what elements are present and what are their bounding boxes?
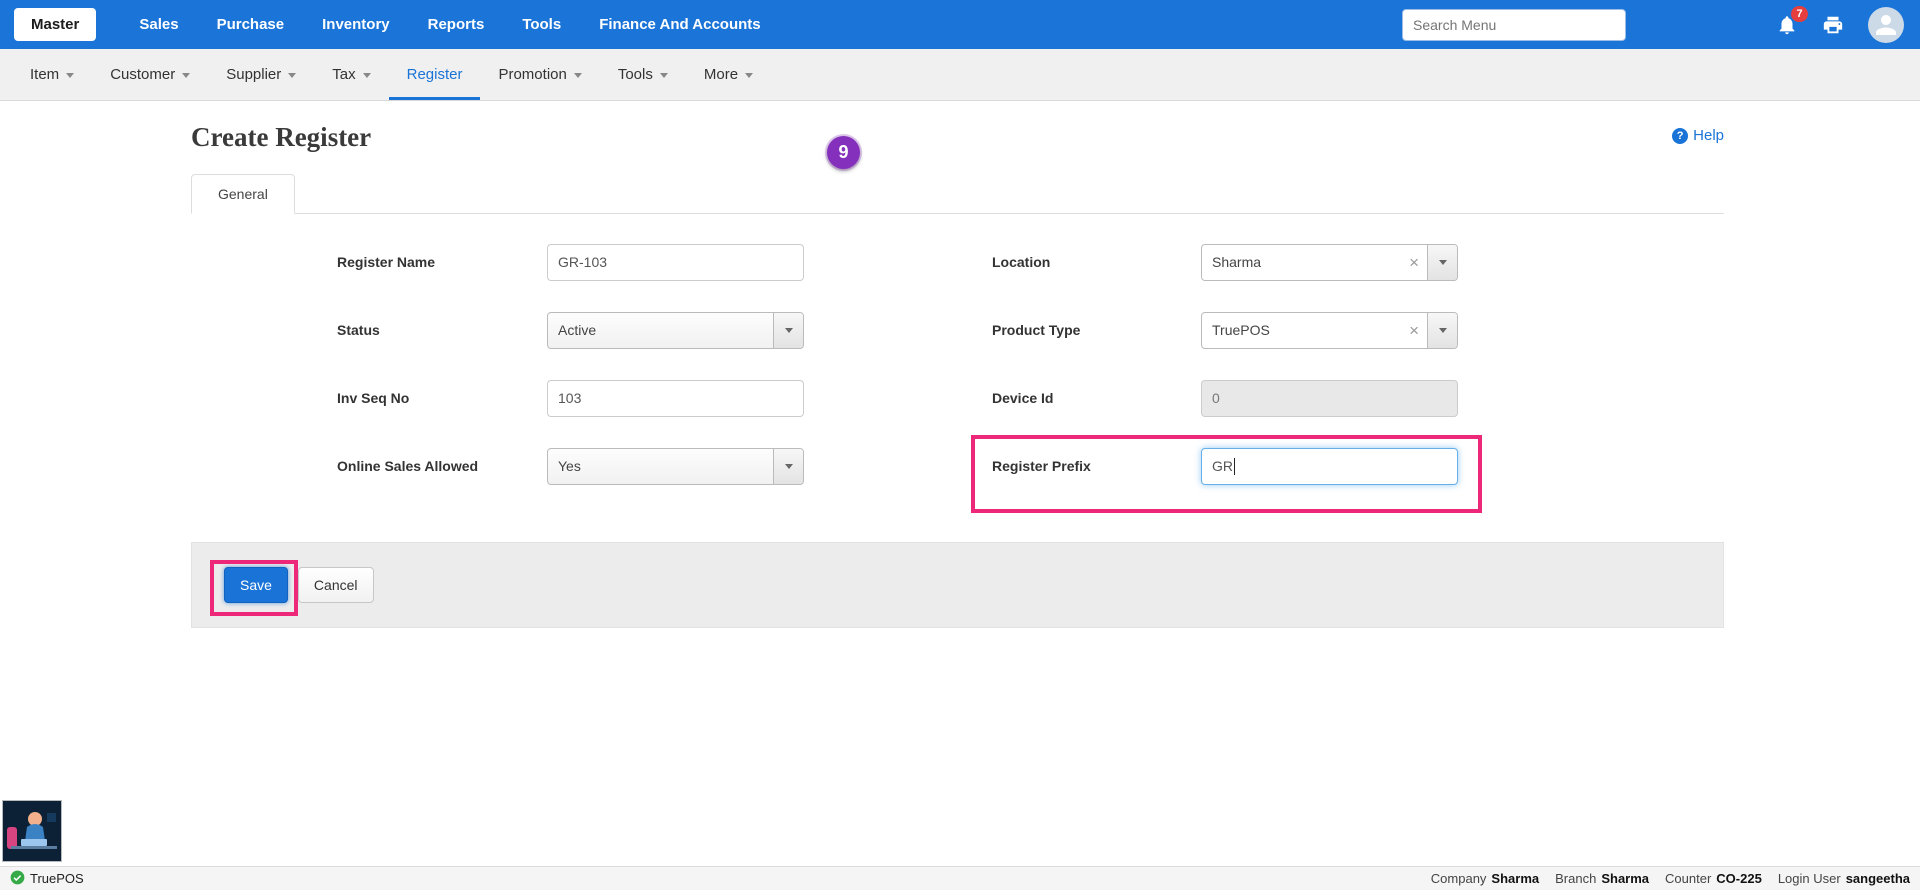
form-actions-bar: Save Cancel	[191, 542, 1724, 628]
status-dropdown-button[interactable]	[773, 313, 803, 348]
register-name-input[interactable]	[547, 244, 804, 281]
location-selected-value: Sharma	[1202, 254, 1401, 270]
tab-strip: General	[191, 174, 1724, 214]
online-sales-dropdown-button[interactable]	[773, 449, 803, 484]
chevron-down-icon	[288, 73, 296, 78]
page-title: Create Register	[191, 121, 371, 154]
product-type-label: Product Type	[804, 322, 1201, 338]
footer-login-user: Login Usersangeetha	[1778, 871, 1910, 886]
footer-app-name: TruePOS	[30, 871, 84, 886]
online-sales-selected-value: Yes	[548, 458, 773, 474]
footer-company: CompanySharma	[1431, 871, 1539, 886]
chevron-down-icon	[745, 73, 753, 78]
topbar-right-cluster: 7	[1402, 7, 1906, 43]
chevron-down-icon	[785, 464, 793, 469]
chevron-down-icon	[574, 73, 582, 78]
chevron-down-icon	[1439, 328, 1447, 333]
footer-app-status: TruePOS	[10, 870, 84, 888]
help-icon: ?	[1672, 128, 1688, 144]
subnav-register-label: Register	[407, 66, 463, 83]
subnav-promotion[interactable]: Promotion	[480, 49, 599, 100]
subnav-more[interactable]: More	[686, 49, 771, 100]
device-id-label: Device Id	[804, 390, 1201, 406]
product-type-dropdown-button[interactable]	[1427, 313, 1457, 348]
chevron-down-icon	[785, 328, 793, 333]
subnav-tools[interactable]: Tools	[600, 49, 686, 100]
module-navigation-bar: Item Customer Supplier Tax Register Prom…	[0, 49, 1920, 101]
clear-icon[interactable]: ×	[1401, 322, 1427, 339]
cancel-button[interactable]: Cancel	[298, 567, 374, 603]
device-id-input	[1201, 380, 1458, 417]
subnav-tax[interactable]: Tax	[314, 49, 388, 100]
notifications-button[interactable]: 7	[1776, 14, 1798, 36]
save-button[interactable]: Save	[224, 567, 288, 603]
location-dropdown-button[interactable]	[1427, 245, 1457, 280]
screen-preview-thumbnail	[2, 800, 62, 862]
chevron-down-icon	[1439, 260, 1447, 265]
help-label: Help	[1693, 127, 1724, 144]
help-link[interactable]: ? Help	[1672, 127, 1724, 144]
subnav-supplier-label: Supplier	[226, 66, 281, 83]
tab-general[interactable]: General	[191, 174, 295, 214]
printer-icon	[1822, 14, 1844, 36]
subnav-promotion-label: Promotion	[498, 66, 566, 83]
print-button[interactable]	[1822, 14, 1844, 36]
product-type-select[interactable]: TruePOS ×	[1201, 312, 1458, 349]
form-row: Online Sales Allowed Yes Register Prefix…	[191, 432, 1724, 500]
chevron-down-icon	[363, 73, 371, 78]
form-row: Register Name Location Sharma ×	[191, 228, 1724, 296]
subnav-item-label: Item	[30, 66, 59, 83]
master-menu-button[interactable]: Master	[14, 8, 96, 41]
person-icon	[1871, 10, 1901, 43]
location-select[interactable]: Sharma ×	[1201, 244, 1458, 281]
location-label: Location	[804, 254, 1201, 270]
online-sales-allowed-label: Online Sales Allowed	[191, 458, 547, 474]
subnav-tools-label: Tools	[618, 66, 653, 83]
subnav-customer[interactable]: Customer	[92, 49, 208, 100]
subnav-tax-label: Tax	[332, 66, 355, 83]
register-prefix-input[interactable]: GR	[1201, 448, 1458, 485]
inv-seq-no-label: Inv Seq No	[191, 390, 547, 406]
form-row: Status Active Product Type TruePOS ×	[191, 296, 1724, 364]
top-navigation-bar: Master Sales Purchase Inventory Reports …	[0, 0, 1920, 49]
subnav-supplier[interactable]: Supplier	[208, 49, 314, 100]
nav-inventory[interactable]: Inventory	[303, 16, 409, 33]
form-row: Inv Seq No Device Id	[191, 364, 1724, 432]
notification-badge: 7	[1791, 6, 1808, 22]
text-cursor	[1234, 458, 1235, 475]
footer-session-info: CompanySharma BranchSharma CounterCO-225…	[1431, 871, 1910, 886]
subnav-item[interactable]: Item	[12, 49, 92, 100]
register-prefix-label: Register Prefix	[804, 458, 1201, 474]
create-register-form: Register Name Location Sharma × Status A…	[191, 214, 1724, 500]
subnav-register[interactable]: Register	[389, 49, 481, 100]
chevron-down-icon	[660, 73, 668, 78]
status-label: Status	[191, 322, 547, 338]
clear-icon[interactable]: ×	[1401, 254, 1427, 271]
nav-reports[interactable]: Reports	[409, 16, 504, 33]
status-select[interactable]: Active	[547, 312, 804, 349]
status-footer: TruePOS CompanySharma BranchSharma Count…	[0, 866, 1920, 890]
footer-branch: BranchSharma	[1555, 871, 1649, 886]
nav-tools[interactable]: Tools	[503, 16, 580, 33]
register-prefix-value: GR	[1212, 458, 1233, 474]
subnav-more-label: More	[704, 66, 738, 83]
inv-seq-no-input[interactable]	[547, 380, 804, 417]
footer-counter: CounterCO-225	[1665, 871, 1762, 886]
user-avatar[interactable]	[1868, 7, 1904, 43]
nav-finance-and-accounts[interactable]: Finance And Accounts	[580, 16, 779, 33]
nav-sales[interactable]: Sales	[120, 16, 197, 33]
subnav-customer-label: Customer	[110, 66, 175, 83]
product-type-selected-value: TruePOS	[1202, 322, 1401, 338]
check-icon	[10, 870, 25, 888]
chevron-down-icon	[182, 73, 190, 78]
nav-purchase[interactable]: Purchase	[198, 16, 304, 33]
chevron-down-icon	[66, 73, 74, 78]
register-name-label: Register Name	[191, 254, 547, 270]
online-sales-allowed-select[interactable]: Yes	[547, 448, 804, 485]
status-selected-value: Active	[548, 322, 773, 338]
search-menu-input[interactable]	[1402, 9, 1626, 41]
